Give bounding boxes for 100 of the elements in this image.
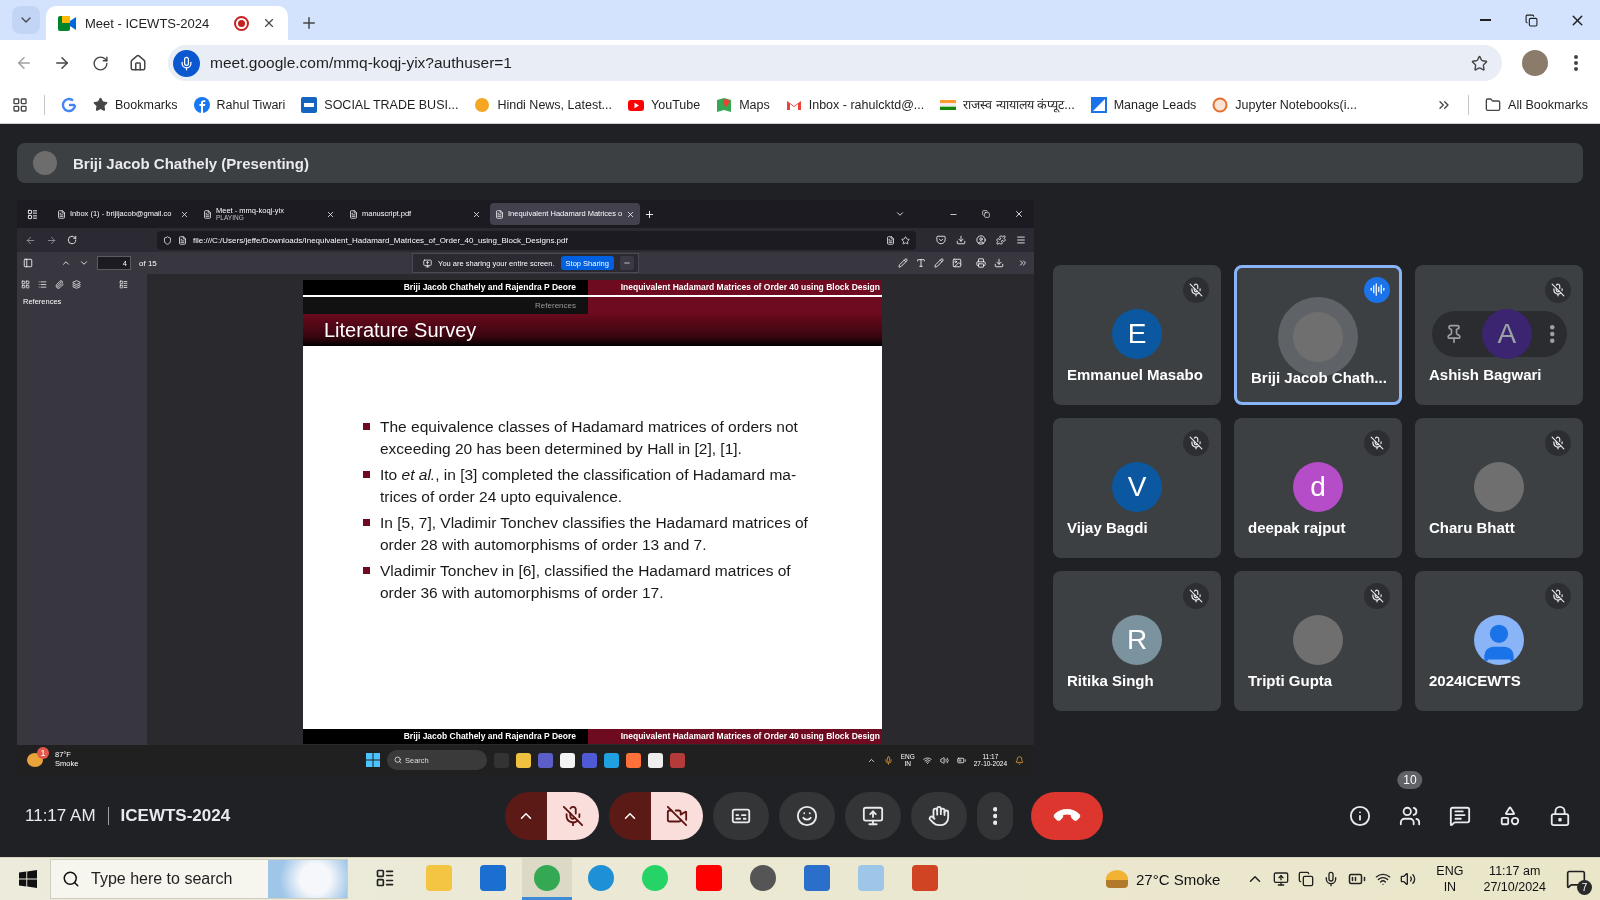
chevron-down-icon bbox=[895, 209, 905, 219]
google-logo-icon bbox=[61, 96, 77, 113]
app-icon[interactable] bbox=[582, 752, 597, 768]
address-bar[interactable]: file:///C:/Users/jeffe/Downloads/Inequivalent_Hadamard_Matrices_of_Order_40_using_Block_Designs.pdf bbox=[157, 230, 916, 250]
layers-icon bbox=[72, 280, 81, 289]
smiley-icon bbox=[796, 805, 818, 827]
bookmark-link[interactable]: Hindi News, Latest... bbox=[474, 96, 613, 113]
search-icon bbox=[394, 756, 402, 764]
more-icon bbox=[992, 807, 998, 825]
speaker-icon bbox=[939, 755, 949, 765]
close-icon bbox=[472, 209, 481, 219]
bookmark-link[interactable]: Rahul Tiwari bbox=[193, 96, 286, 113]
leave-call-button[interactable] bbox=[1031, 792, 1103, 840]
wifi-icon bbox=[922, 755, 932, 765]
shapes-icon bbox=[1499, 805, 1521, 827]
close-icon bbox=[326, 209, 335, 219]
raise-hand-button[interactable] bbox=[911, 792, 967, 840]
apps-grid-icon[interactable] bbox=[12, 96, 28, 113]
hide-banner-button[interactable] bbox=[619, 256, 634, 270]
bullet-icon bbox=[363, 519, 370, 526]
more-icon[interactable] bbox=[1550, 324, 1555, 343]
participant-name: Ritika Singh bbox=[1066, 671, 1155, 689]
windows-logo-icon bbox=[366, 753, 380, 767]
notifications-button[interactable]: 7 bbox=[1558, 861, 1594, 897]
speaker-icon bbox=[1400, 871, 1417, 887]
bookmark-link[interactable]: Inbox - rahulcktd@... bbox=[785, 96, 925, 113]
printer-icon bbox=[976, 258, 986, 268]
bookmark-link[interactable]: YouTube bbox=[628, 96, 701, 113]
bullet-icon bbox=[363, 471, 370, 478]
slide-section-label: References bbox=[303, 297, 588, 314]
meeting-name: ICEWTS-2024 bbox=[120, 806, 231, 826]
folder-icon[interactable] bbox=[516, 752, 531, 768]
browser-icon[interactable] bbox=[626, 752, 641, 768]
bookmark-link[interactable] bbox=[61, 96, 77, 113]
list-icon bbox=[119, 280, 128, 289]
language-indicator[interactable]: ENG IN bbox=[1436, 862, 1464, 896]
home-icon bbox=[129, 54, 147, 72]
minimize-icon bbox=[622, 259, 631, 267]
close-icon bbox=[1014, 209, 1024, 219]
reactions-button[interactable] bbox=[779, 792, 835, 840]
letter-avatar: d bbox=[1293, 461, 1343, 512]
bookmark-link[interactable]: SOCIAL TRADE BUSI... bbox=[301, 96, 459, 113]
plus-icon bbox=[300, 14, 318, 32]
present-button[interactable] bbox=[845, 792, 901, 840]
profile-avatar[interactable] bbox=[1522, 50, 1548, 76]
mail-icon bbox=[480, 864, 506, 891]
save-icon bbox=[994, 258, 1004, 268]
reload-icon bbox=[91, 54, 109, 72]
captions-button[interactable] bbox=[713, 792, 769, 840]
address-bar[interactable]: meet.google.com/mmq-koqj-yix?authuser=1 bbox=[168, 45, 1502, 81]
store-icon[interactable] bbox=[648, 752, 663, 768]
weather-widget[interactable]: 27°C Smoke bbox=[1105, 870, 1221, 888]
bullet-text: The equivalence classes of Hadamard matrices of orders not exceeding 20 has been determined by Hall in [2], [1]. bbox=[380, 417, 798, 459]
close-icon bbox=[180, 209, 189, 219]
reader-icon bbox=[886, 235, 895, 245]
restore-icon bbox=[1524, 13, 1538, 27]
all-bookmarks-link[interactable]: All Bookmarks bbox=[1485, 96, 1588, 113]
bookmark-link[interactable]: राजस्व न्यायालय कंप्यूट... bbox=[940, 96, 1075, 113]
star-icon bbox=[1470, 54, 1488, 72]
circle-icon bbox=[474, 96, 491, 113]
notification-count: 7 bbox=[1577, 880, 1592, 895]
participant-name: Ashish Bagwari bbox=[1428, 365, 1543, 383]
letter-avatar: E bbox=[1112, 308, 1162, 359]
app-icon[interactable] bbox=[538, 752, 553, 768]
meet-logo-icon bbox=[58, 15, 76, 31]
browser-icon[interactable] bbox=[604, 752, 619, 768]
letter-avatar: A bbox=[1481, 308, 1532, 359]
store-icon bbox=[804, 864, 830, 891]
chevron-down-icon bbox=[79, 258, 89, 268]
app-icon bbox=[750, 864, 776, 891]
microphone-button[interactable] bbox=[547, 792, 599, 840]
bookmark-link[interactable]: Manage Leads bbox=[1090, 96, 1197, 113]
bookmark-link[interactable]: Maps bbox=[716, 96, 770, 113]
arrow-right-icon bbox=[46, 234, 57, 246]
account-icon bbox=[976, 235, 986, 245]
page-icon bbox=[57, 209, 66, 219]
clock[interactable]: 11:17 am 27/10/2024 bbox=[1483, 862, 1546, 896]
camera-off-icon bbox=[666, 805, 688, 827]
share-screen-icon bbox=[423, 258, 433, 268]
participant-name: Emmanuel Masabo bbox=[1066, 365, 1204, 383]
participant-name: 2024ICEWTS bbox=[1428, 671, 1522, 689]
participant-name: Briji Jacob Chath... bbox=[1250, 368, 1388, 386]
app-icon[interactable] bbox=[670, 752, 685, 768]
screen-icon bbox=[1298, 871, 1315, 887]
document-icon[interactable] bbox=[560, 752, 575, 768]
avatar-photo bbox=[1474, 461, 1524, 512]
camera-button[interactable] bbox=[651, 792, 703, 840]
slide-header-title: Inequivalent Hadamard Matrices of Order 40 using Block Design bbox=[588, 280, 882, 295]
chat-icon bbox=[1449, 805, 1471, 827]
letter-avatar: V bbox=[1112, 461, 1162, 512]
page-icon bbox=[349, 209, 358, 219]
battery-icon bbox=[956, 755, 966, 765]
taskbar-app[interactable] bbox=[522, 858, 572, 900]
letter-avatar: R bbox=[1112, 614, 1162, 665]
bookmark-link[interactable]: Jupyter Notebooks(i... bbox=[1212, 96, 1357, 113]
notification-icon bbox=[1566, 869, 1586, 889]
more-options-button[interactable] bbox=[977, 792, 1013, 840]
browser-tab[interactable]: Meet - ICEWTS-2024 bbox=[46, 6, 288, 40]
lock-icon bbox=[1549, 805, 1571, 827]
bookmark-link[interactable]: Bookmarks bbox=[93, 97, 178, 112]
